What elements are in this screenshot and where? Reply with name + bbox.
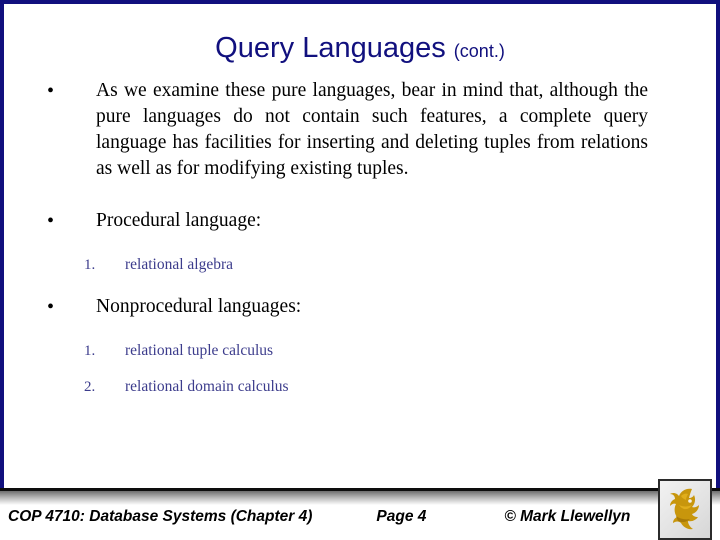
- bullet-marker-icon: •: [47, 296, 55, 318]
- footer-course-label: COP 4710: Database Systems (Chapter 4): [8, 508, 313, 525]
- list-item-tuple-calculus: 1. relational tuple calculus: [0, 340, 720, 362]
- list-item-label: relational domain calculus: [125, 378, 289, 395]
- footer-copyright: © Mark: [504, 508, 557, 525]
- list-item-relational-algebra: 1. relational algebra: [0, 254, 720, 276]
- slide-border-top: [0, 0, 720, 4]
- bullet-marker-icon: •: [47, 210, 55, 232]
- footer: COP 4710: Database Systems (Chapter 4) Pa…: [8, 506, 668, 527]
- slide: Query Languages (cont.) • As we examine …: [0, 0, 720, 540]
- list-item-label: relational tuple calculus: [125, 342, 274, 359]
- ucf-pegasus-logo: [658, 479, 712, 540]
- list-item-number: 1.: [84, 257, 96, 273]
- footer-author: Llewellyn: [560, 508, 631, 525]
- bullet-item-nonprocedural: • Nonprocedural languages:: [0, 294, 720, 320]
- slide-body: • As we examine these pure languages, be…: [0, 78, 720, 400]
- bullet-marker-icon: •: [47, 80, 55, 102]
- list-item-domain-calculus: 2. relational domain calculus: [0, 376, 720, 398]
- list-item-label: relational algebra: [125, 256, 234, 273]
- footer-page-number: Page 4: [376, 508, 427, 525]
- bullet-item-nonprocedural-text: Nonprocedural languages:: [96, 296, 302, 317]
- bullet-item-procedural: • Procedural language:: [0, 208, 720, 234]
- list-item-number: 2.: [84, 379, 96, 395]
- footer-gradient-band: [0, 491, 720, 505]
- list-item-number: 1.: [84, 343, 96, 359]
- slide-title-main: Query Languages: [215, 32, 446, 64]
- slide-title: Query Languages (cont.): [0, 32, 720, 65]
- slide-title-continuation: (cont.): [453, 41, 505, 61]
- bullet-item-intro-text: As we examine these pure languages, bear…: [96, 80, 648, 179]
- bullet-item-procedural-text: Procedural language:: [96, 210, 262, 231]
- bullet-item-intro: • As we examine these pure languages, be…: [0, 78, 720, 182]
